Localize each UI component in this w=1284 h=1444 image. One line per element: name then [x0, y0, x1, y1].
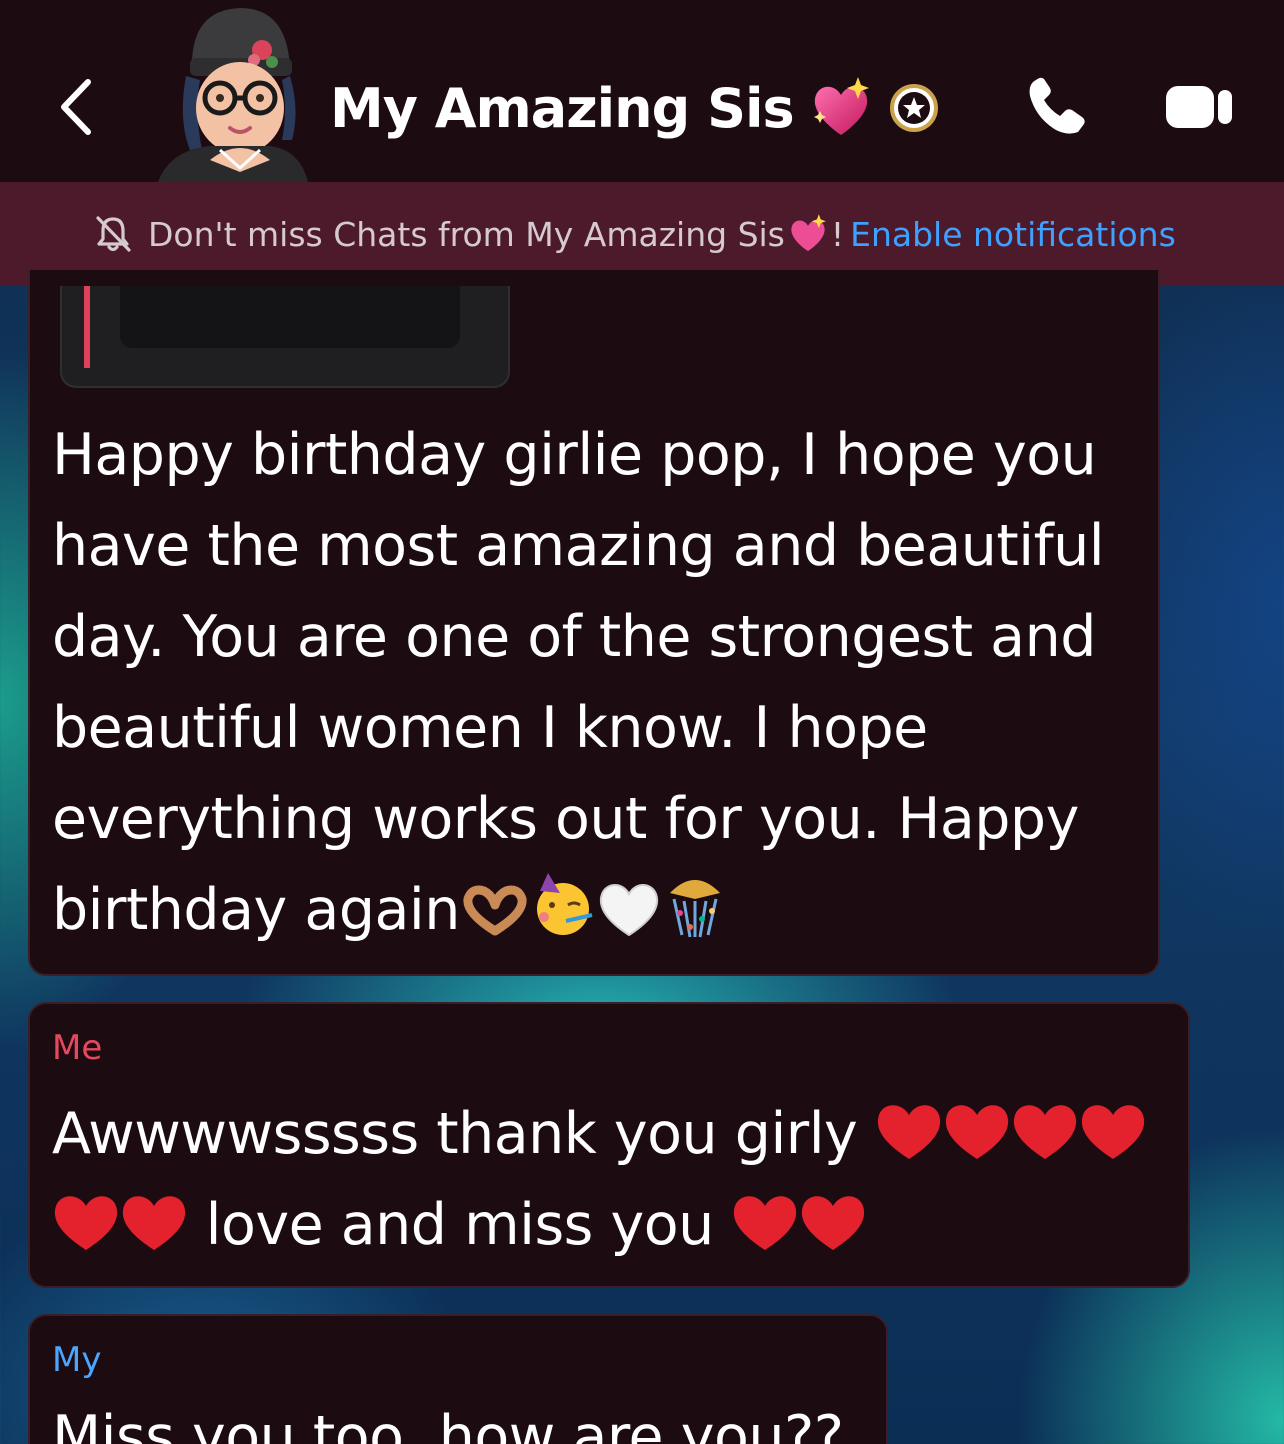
confetti-ball-emoji-icon [669, 880, 720, 938]
message-line: have the most amazing and beautiful [52, 513, 1105, 579]
phone-call-icon[interactable] [1022, 74, 1092, 140]
chat-title-group[interactable]: My Amazing Sis [330, 70, 940, 146]
snap-status-pill [120, 286, 460, 348]
message-line: Happy birthday girlie pop, I hope you [52, 422, 1097, 488]
partying-face-emoji-icon [536, 873, 593, 935]
sparkling-heart-icon [813, 77, 869, 135]
bell-off-icon [96, 216, 131, 252]
heart-hands-emoji-icon [463, 885, 527, 936]
star-badge-icon[interactable] [888, 82, 940, 134]
chat-title[interactable]: My Amazing Sis [330, 77, 795, 140]
red-hearts-emoji-icon [877, 1105, 1145, 1159]
message-text: Happy birthday girlie pop, I hope you ha… [52, 410, 1152, 956]
sender-name: My [52, 1340, 102, 1380]
sparkling-heart-icon [791, 214, 826, 252]
chat-header: My Amazing Sis [0, 0, 1284, 182]
message-line-1: Awwwwsssss thank you girly [52, 1089, 1182, 1180]
message-line: day. You are one of the strongest and [52, 604, 1096, 670]
message-line: birthday again [52, 877, 460, 943]
notification-punct: ! [830, 214, 845, 254]
message-line-last: birthday again [52, 865, 1152, 956]
message-text: Miss you too, how are you?? [52, 1404, 844, 1444]
notification-text: Don't miss Chats from My Amazing Sis [148, 214, 785, 254]
message-line: everything works out for you. Happy [52, 786, 1079, 852]
bitmoji-avatar[interactable] [150, 0, 310, 182]
snap-indicator-bar [84, 286, 90, 368]
back-chevron-icon[interactable] [52, 74, 104, 140]
video-camera-icon[interactable] [1164, 82, 1236, 132]
red-hearts-emoji-icon [54, 1196, 186, 1250]
opened-snap-card[interactable] [60, 286, 510, 388]
sender-name: Me [52, 1028, 103, 1068]
message-line: love and miss you [205, 1192, 715, 1258]
message-line: Awwwwsssss thank you girly [52, 1101, 858, 1167]
message-line: beautiful women I know. I hope [52, 695, 928, 761]
message-text: Awwwwsssss thank you girly love and miss… [52, 1089, 1182, 1271]
enable-notifications-link[interactable]: Enable notifications [850, 215, 1176, 254]
red-hearts-emoji-icon [734, 1196, 865, 1250]
message-line-2: love and miss you [52, 1180, 1182, 1271]
white-heart-emoji-icon [599, 884, 658, 937]
